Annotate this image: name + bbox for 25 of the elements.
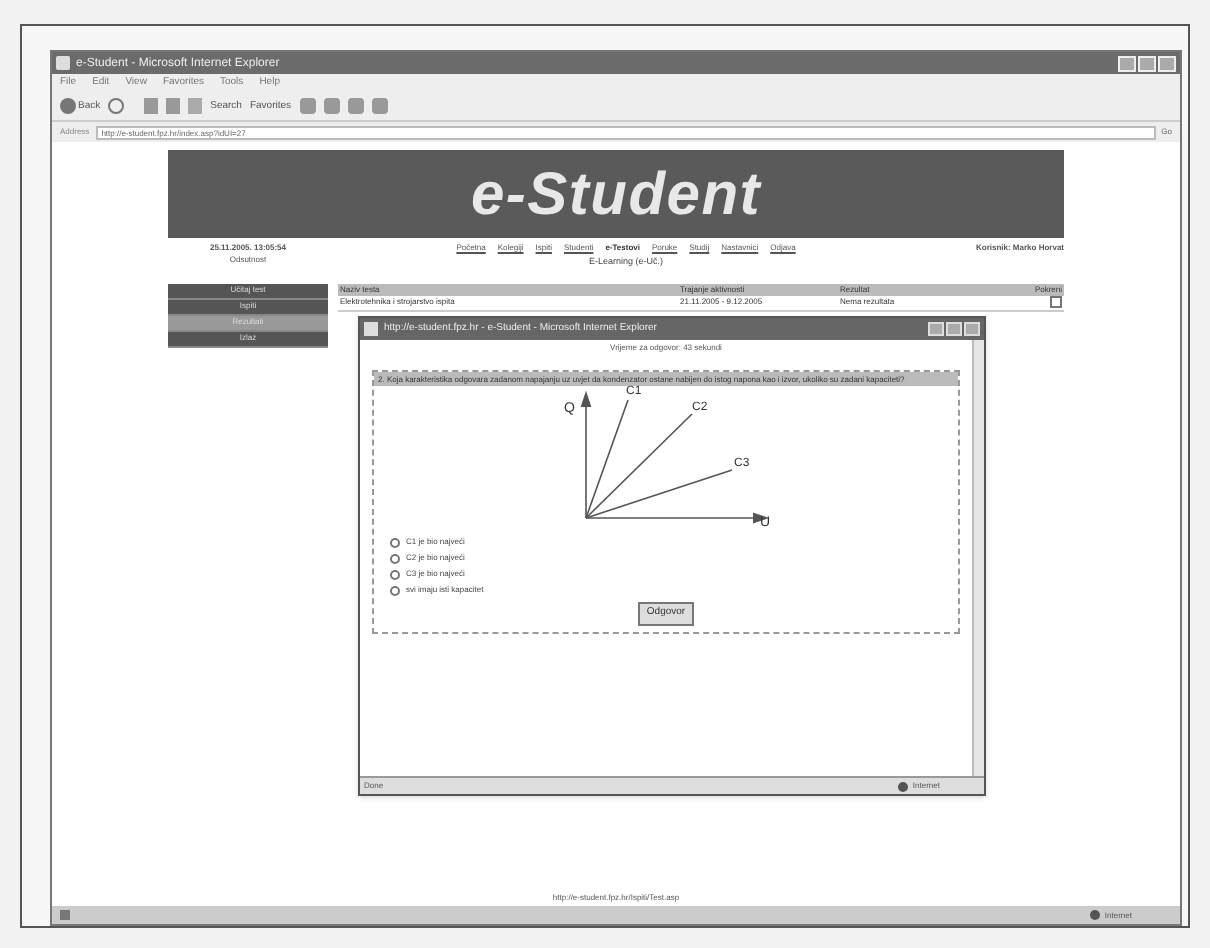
forward-icon[interactable] <box>108 98 125 114</box>
line-c2 <box>585 413 693 519</box>
home-icon[interactable] <box>188 98 203 114</box>
refresh-icon[interactable] <box>166 98 181 114</box>
browser-icon <box>56 56 70 70</box>
document-icon[interactable] <box>1050 296 1062 309</box>
radio-button[interactable] <box>390 585 400 595</box>
edit-icon[interactable] <box>371 98 388 114</box>
radio-button[interactable] <box>390 537 400 547</box>
stop-icon[interactable] <box>144 98 159 114</box>
maximize-button[interactable] <box>1138 55 1156 71</box>
globe-icon <box>898 781 909 791</box>
history-icon[interactable] <box>299 98 316 114</box>
minimize-button[interactable] <box>1118 55 1136 71</box>
mail-icon[interactable] <box>323 98 340 114</box>
line-c1 <box>585 399 629 519</box>
scrollbar[interactable] <box>972 340 984 776</box>
print-icon[interactable] <box>347 98 364 114</box>
radio-button[interactable] <box>390 553 400 563</box>
close-button[interactable] <box>1158 55 1176 71</box>
banner-title: e-Student <box>470 159 762 231</box>
radio-button[interactable] <box>390 569 400 579</box>
globe-icon <box>1090 910 1101 920</box>
page-icon <box>60 910 70 920</box>
browser-icon <box>364 322 378 336</box>
